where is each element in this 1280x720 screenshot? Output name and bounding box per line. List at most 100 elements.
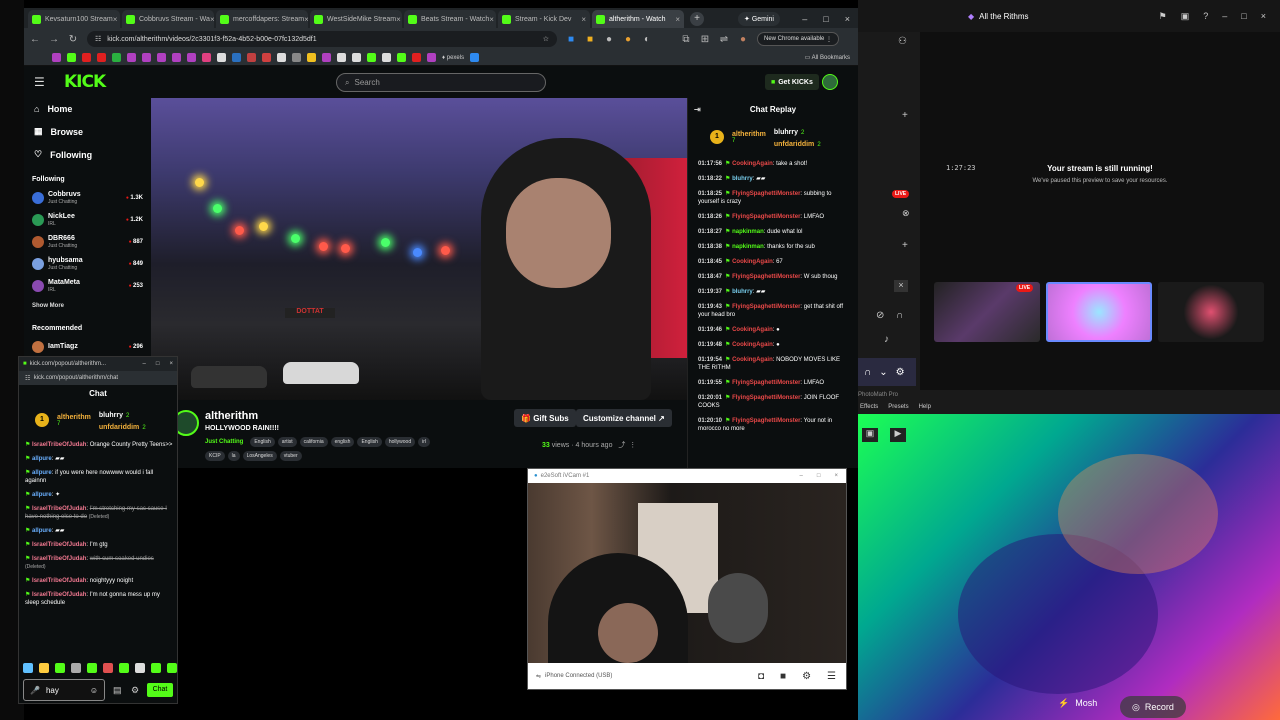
bookmark-icon[interactable]	[232, 53, 241, 62]
message-username[interactable]: FlyingSpaghettiMonster	[732, 274, 800, 280]
headset-icon[interactable]: ∩	[896, 310, 903, 321]
scene-thumbnail-active[interactable]	[1046, 282, 1152, 342]
chrome-update-button[interactable]: New Chrome available ⋮	[757, 32, 840, 46]
message-username[interactable]: FlyingSpaghettiMonster	[732, 395, 800, 401]
add-icon[interactable]: +	[902, 110, 908, 121]
close-window-icon[interactable]: ×	[834, 473, 838, 479]
video-player[interactable]: DOTTAT	[151, 98, 687, 400]
image-icon[interactable]: ▣	[862, 428, 878, 442]
help-icon[interactable]: ?	[1203, 11, 1208, 22]
close-tab-icon[interactable]: ×	[675, 15, 680, 24]
extension-icon[interactable]: ■	[585, 34, 595, 45]
message-username[interactable]: bluhrry	[732, 176, 753, 182]
tag[interactable]: vtuber	[279, 451, 302, 461]
message-username[interactable]: allpure	[32, 528, 52, 534]
bookmark-icon[interactable]	[322, 53, 331, 62]
collapse-chat-icon[interactable]: ⇥	[694, 105, 701, 114]
bookmark-icon[interactable]	[470, 53, 480, 62]
emote-icon[interactable]	[151, 663, 161, 673]
bookmark-icon[interactable]	[352, 53, 361, 62]
emote-icon[interactable]	[119, 663, 129, 673]
close-tab-icon[interactable]: ×	[396, 15, 401, 24]
camera-snapshot-icon[interactable]: ◘	[758, 671, 764, 682]
emote-icon[interactable]	[39, 663, 49, 673]
mosh-button[interactable]: ⚡ Mosh	[1058, 698, 1097, 709]
minimize-icon[interactable]: –	[143, 361, 146, 367]
chat-input[interactable]: 🎤 hay ☺	[23, 679, 105, 701]
extension-icon[interactable]: ■	[566, 34, 576, 45]
close-window-icon[interactable]: ×	[845, 14, 850, 24]
new-tab-button[interactable]: +	[690, 12, 704, 26]
message-username[interactable]: bluhrry	[732, 289, 753, 295]
popout-url-bar[interactable]: ☷ kick.com/popout/altherithm/chat	[19, 371, 177, 385]
bookmark-icon[interactable]	[337, 53, 346, 62]
tag[interactable]: irl	[418, 437, 431, 447]
mute-icon[interactable]: ⊘	[876, 310, 884, 321]
video-mode-icon[interactable]: ▶	[890, 428, 906, 442]
sidebar-channel[interactable]: CobbruvsJust Chatting1.3K	[24, 187, 151, 209]
get-kicks-button[interactable]: ■ Get KICKs	[765, 74, 819, 90]
close-tab-icon[interactable]: ×	[304, 15, 308, 24]
minimize-icon[interactable]: –	[802, 14, 807, 24]
close-tab-icon[interactable]: ×	[489, 15, 494, 24]
bookmark-icon[interactable]	[187, 53, 196, 62]
chevron-down-icon[interactable]: ⌄	[879, 367, 887, 378]
message-username[interactable]: IsraelTribeOfJudah	[32, 592, 86, 598]
message-username[interactable]: FlyingSpaghettiMonster	[732, 380, 800, 386]
extension-icon[interactable]: ●	[623, 34, 633, 45]
maximize-icon[interactable]: □	[817, 473, 821, 479]
message-username[interactable]: CookingAgain	[732, 161, 773, 167]
maximize-icon[interactable]: □	[823, 14, 828, 24]
minimize-icon[interactable]: –	[800, 473, 803, 479]
reload-icon[interactable]: ↻	[68, 34, 78, 45]
minimize-icon[interactable]: –	[1222, 11, 1227, 22]
message-username[interactable]: FlyingSpaghettiMonster	[732, 304, 800, 310]
menu-icon[interactable]: ☰	[827, 671, 836, 682]
message-username[interactable]: IsraelTribeOfJudah	[32, 542, 86, 548]
more-options-icon[interactable]: ⋮	[629, 442, 636, 449]
tag[interactable]: california	[299, 437, 328, 447]
browser-tab[interactable]: WestSideMike Stream ×	[310, 10, 402, 28]
kick-logo[interactable]: KICK	[64, 72, 106, 92]
message-username[interactable]: CookingAgain	[732, 357, 773, 363]
bookmark-icon[interactable]	[262, 53, 271, 62]
scene-thumbnail[interactable]	[1158, 282, 1264, 342]
close-tab-icon[interactable]: ×	[113, 15, 118, 24]
tab-search-icon[interactable]: ⊞	[700, 34, 710, 45]
close-scene-icon[interactable]: ×	[894, 280, 908, 292]
menu-help[interactable]: Help	[919, 404, 931, 410]
tag[interactable]: KCIP	[205, 451, 225, 461]
tag[interactable]: LosAngeles	[242, 451, 277, 461]
message-username[interactable]: FlyingSpaghettiMonster	[732, 418, 800, 424]
maximize-icon[interactable]: □	[156, 361, 160, 367]
user-avatar[interactable]	[822, 74, 838, 90]
close-tab-icon[interactable]: ×	[581, 15, 586, 24]
tag[interactable]: la	[227, 451, 240, 461]
tag[interactable]: hollywood	[384, 437, 416, 447]
back-arrow-icon[interactable]: ←	[30, 34, 40, 45]
share-icon[interactable]: ⤴	[618, 442, 625, 449]
bookmark-icon[interactable]	[52, 53, 61, 62]
bookmark-icon[interactable]	[142, 53, 151, 62]
menu-icon[interactable]: ☰	[34, 75, 46, 89]
bookmark-icon[interactable]	[97, 53, 106, 62]
settings-gear-icon[interactable]: ⚙	[131, 685, 139, 696]
message-username[interactable]: IsraelTribeOfJudah	[32, 556, 86, 562]
search-input[interactable]: ⌕ Search	[336, 73, 546, 92]
bookmark-icon[interactable]	[397, 53, 406, 62]
emote-icon[interactable]	[71, 663, 81, 673]
sidebar-channel[interactable]: IamTiagz296	[24, 336, 151, 358]
emote-icon[interactable]	[135, 663, 145, 673]
bookmark-icon[interactable]	[307, 53, 316, 62]
emote-icon[interactable]	[55, 663, 65, 673]
headphones-icon[interactable]: ∩	[864, 367, 871, 378]
maximize-icon[interactable]: □	[1241, 11, 1246, 22]
tag[interactable]: English	[250, 437, 275, 447]
sidebar-channel[interactable]: DBR666Just Chatting887	[24, 231, 151, 253]
bookmark-icon[interactable]	[157, 53, 166, 62]
bookmark-icon[interactable]	[112, 53, 121, 62]
show-more-link[interactable]: Show More	[24, 297, 151, 315]
menu-effects[interactable]: Effects	[860, 404, 878, 410]
message-username[interactable]: allpure	[32, 470, 52, 476]
emote-icon[interactable]	[167, 663, 177, 673]
